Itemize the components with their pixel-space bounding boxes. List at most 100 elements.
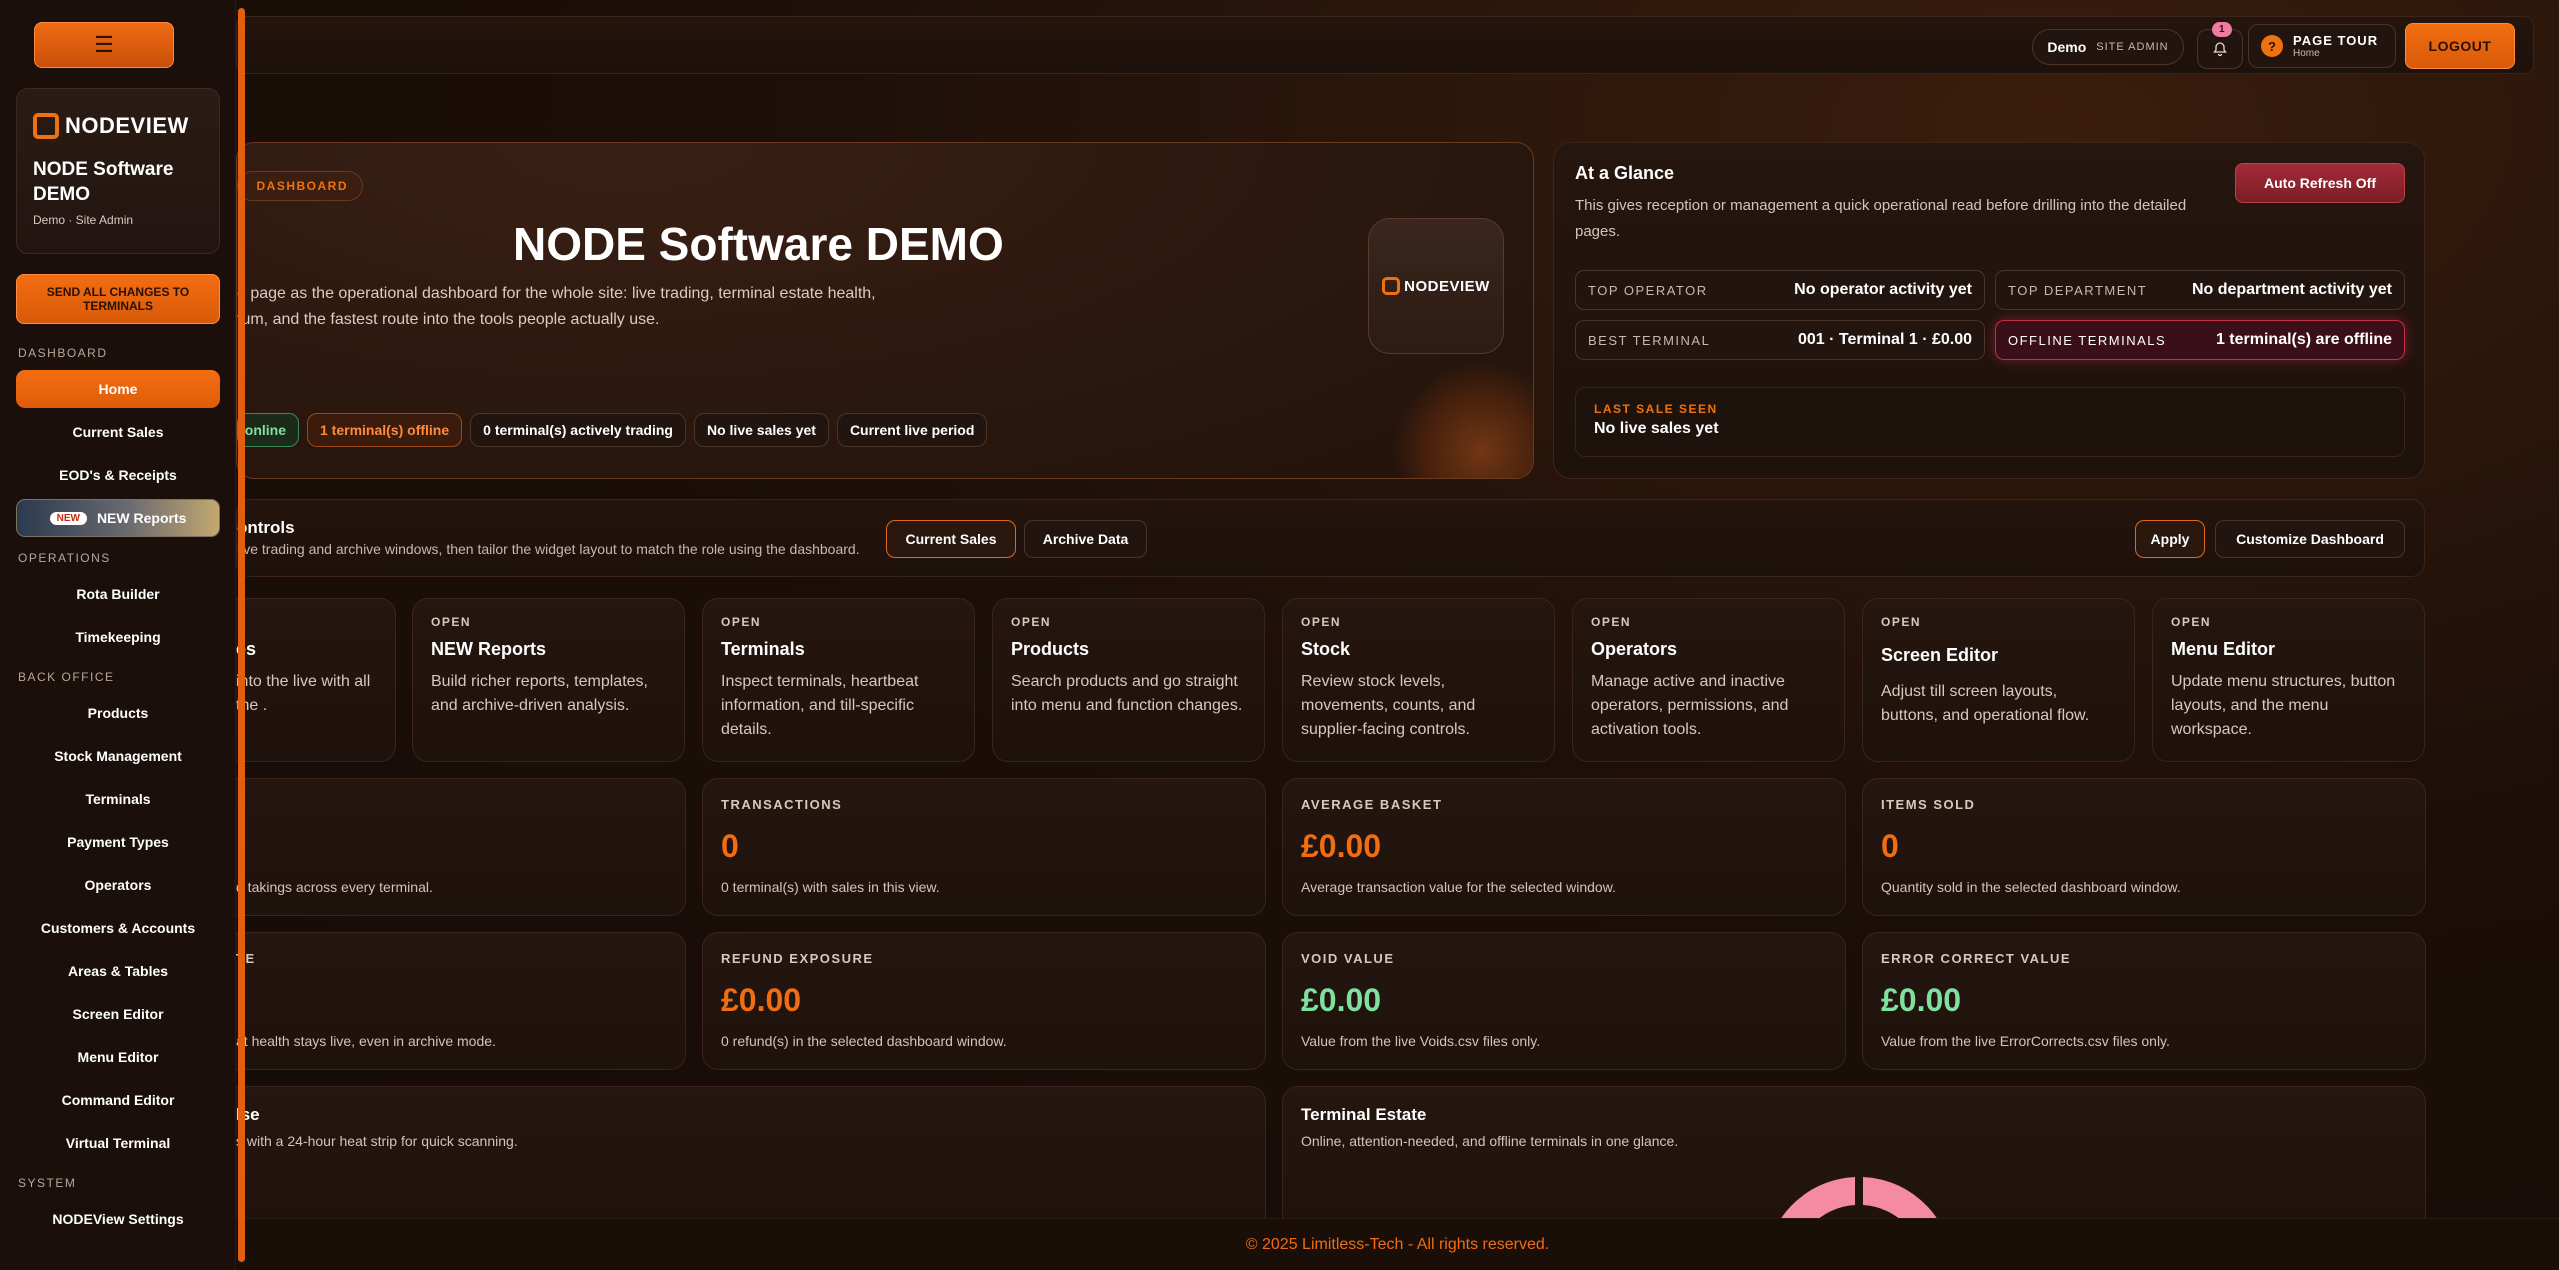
customize-dashboard-button[interactable]: Customize Dashboard [2215, 520, 2405, 558]
hero-logo: NODEVIEW [1368, 218, 1504, 354]
sidebar-item-areas-tables[interactable]: Areas & Tables [16, 952, 220, 990]
new-badge: NEW [49, 511, 87, 525]
metric-value [236, 828, 667, 865]
site-role: Demo · Site Admin [33, 213, 134, 227]
sidebar-item-payment-types[interactable]: Payment Types [16, 823, 220, 861]
user-pill[interactable]: Demo SITE ADMIN [2032, 29, 2184, 65]
metric-items-sold: ITEMS SOLD 0 Quantity sold in the select… [1862, 778, 2426, 916]
sidebar-item-virtual-terminal[interactable]: Virtual Terminal [16, 1124, 220, 1162]
sidebar-item-timekeeping[interactable]: Timekeeping [16, 618, 220, 656]
site-title: NODE Software DEMO [33, 159, 174, 205]
metric-value: £0.00 [1301, 982, 1382, 1018]
stat-best-terminal: BEST TERMINAL 001 · Terminal 1 · £0.00 [1575, 320, 1985, 360]
sidebar-item-label: NEW Reports [96, 510, 187, 526]
logout-button[interactable]: LOGOUT [2405, 23, 2515, 69]
notifications-button[interactable]: 1 [2197, 22, 2243, 69]
quick-card-screen-editor[interactable]: OPEN Screen Editor Adjust till screen la… [1862, 598, 2135, 762]
metric-sales-total: d takings across every terminal. [236, 778, 686, 916]
hamburger-icon: ☰ [94, 32, 114, 57]
sidebar-item-command-editor[interactable]: Command Editor [16, 1081, 220, 1119]
nodeview-logo: NODEVIEW [33, 113, 203, 139]
panel-desc: s with a 24-hour heat strip for quick sc… [236, 1133, 518, 1149]
archive-data-button[interactable]: Archive Data [1024, 520, 1147, 558]
page-title: NODE Software DEMO [513, 218, 1004, 270]
logo-square-icon [1382, 277, 1401, 295]
controls-description: live trading and archive windows, then t… [237, 541, 860, 557]
sidebar-item-stock-management[interactable]: Stock Management [16, 737, 220, 775]
brand-card: NODEVIEW NODE Software DEMO Demo · Site … [16, 88, 220, 254]
sidebar-item-screen-editor[interactable]: Screen Editor [16, 995, 220, 1033]
panel-desc: Online, attention-needed, and offline te… [1301, 1133, 1679, 1149]
metric-void-value: VOID VALUE £0.00 Value from the live Voi… [1282, 932, 1846, 1070]
panel-title: lse [236, 1105, 260, 1124]
user-role: SITE ADMIN [2096, 41, 2169, 53]
auto-refresh-button[interactable]: Auto Refresh Off [2235, 163, 2405, 203]
quick-card-new-reports[interactable]: OPEN NEW Reports Build richer reports, t… [412, 598, 685, 762]
sidebar-item-products[interactable]: Products [16, 694, 220, 732]
sidebar-item-terminals[interactable]: Terminals [16, 780, 220, 818]
quick-card-menu-editor[interactable]: OPEN Menu Editor Update menu structures,… [2152, 598, 2425, 762]
menu-toggle-button[interactable]: ☰ [34, 22, 174, 68]
dashboard-controls: ontrols live trading and archive windows… [236, 499, 2425, 577]
metric-desc: at health stays live, even in archive mo… [236, 1033, 496, 1049]
metric-desc: Quantity sold in the selected dashboard … [1881, 879, 2181, 895]
send-changes-button[interactable]: SEND ALL CHANGES TO TERMINALS [16, 274, 220, 324]
sidebar-item-operators[interactable]: Operators [16, 866, 220, 904]
last-sale-label: LAST SALE SEEN [1594, 402, 1718, 416]
sidebar-item-current-sales[interactable]: Current Sales [16, 413, 220, 451]
glance-description: This gives reception or management a qui… [1575, 197, 2187, 240]
bell-icon [2213, 42, 2227, 57]
glance-title: At a Glance [1575, 163, 1675, 183]
stat-label: TOP OPERATOR [1588, 282, 1708, 298]
logo-square-icon [33, 113, 59, 139]
quick-card-desc: Build richer reports, templates, and arc… [431, 673, 648, 714]
quick-card-desc: Review stock levels, movements, counts, … [1301, 673, 1476, 738]
controls-title: ontrols [237, 518, 295, 537]
metric-refund-exposure: REFUND EXPOSURE £0.00 0 refund(s) in the… [702, 932, 1266, 1070]
quick-card-current-sales[interactable]: es into the live with all the . [236, 598, 396, 762]
user-name: Demo [2047, 39, 2087, 55]
metric-label: REFUND EXPOSURE [721, 951, 874, 966]
quick-card-open: OPEN [1591, 615, 1632, 629]
stat-label: BEST TERMINAL [1588, 332, 1711, 348]
stat-offline-terminals[interactable]: OFFLINE TERMINALS 1 terminal(s) are offl… [1995, 320, 2405, 360]
quick-card-name: Stock [1301, 639, 1351, 659]
hero-panel: DASHBOARD NODE Software DEMO e page as t… [236, 142, 1534, 479]
sidebar-item-eods-receipts[interactable]: EOD's & Receipts [16, 456, 220, 494]
quick-card-operators[interactable]: OPEN Operators Manage active and inactiv… [1572, 598, 1845, 762]
metric-terminal-estate: TE at health stays live, even in archive… [236, 932, 686, 1070]
quick-card-open: OPEN [1881, 615, 1922, 629]
sidebar-item-rota-builder[interactable]: Rota Builder [16, 575, 220, 613]
metric-label: TRANSACTIONS [721, 797, 843, 812]
metric-label: ITEMS SOLD [1881, 797, 1976, 812]
quick-card-stock[interactable]: OPEN Stock Review stock levels, movement… [1282, 598, 1555, 762]
quick-card-desc: Inspect terminals, heartbeat information… [721, 673, 919, 738]
quick-card-open: OPEN [1011, 615, 1052, 629]
quick-card-open: OPEN [2171, 615, 2212, 629]
metric-value: 0 [721, 828, 739, 864]
quick-card-name: NEW Reports [431, 639, 547, 659]
metric-desc: Average transaction value for the select… [1301, 879, 1616, 895]
quick-card-open [236, 615, 377, 629]
quick-card-open: OPEN [721, 615, 762, 629]
notification-badge: 1 [2212, 22, 2232, 37]
page-tour-button[interactable]: ? PAGE TOUR Home [2248, 24, 2396, 68]
quick-card-name: Products [1011, 639, 1090, 659]
apply-button[interactable]: Apply [2135, 520, 2205, 558]
chip-offline: 1 terminal(s) offline [307, 413, 463, 447]
sidebar-item-new-reports[interactable]: NEW NEW Reports [16, 499, 220, 537]
stat-label: TOP DEPARTMENT [2008, 282, 2148, 298]
quick-card-products[interactable]: OPEN Products Search products and go str… [992, 598, 1265, 762]
sidebar-item-customers-accounts[interactable]: Customers & Accounts [16, 909, 220, 947]
chip-live-sales: No live sales yet [693, 413, 829, 447]
quick-card-terminals[interactable]: OPEN Terminals Inspect terminals, heartb… [702, 598, 975, 762]
sidebar-item-menu-editor[interactable]: Menu Editor [16, 1038, 220, 1076]
metric-value [236, 982, 667, 1019]
current-sales-button[interactable]: Current Sales [886, 520, 1016, 558]
metric-transactions: TRANSACTIONS 0 0 terminal(s) with sales … [702, 778, 1266, 916]
sidebar-scrollbar[interactable] [238, 8, 245, 1262]
sidebar-item-nodeview-settings[interactable]: NODEView Settings [16, 1200, 220, 1238]
metric-value: £0.00 [721, 982, 802, 1018]
sidebar-item-home[interactable]: Home [16, 370, 220, 408]
metric-label: TE [236, 951, 256, 966]
